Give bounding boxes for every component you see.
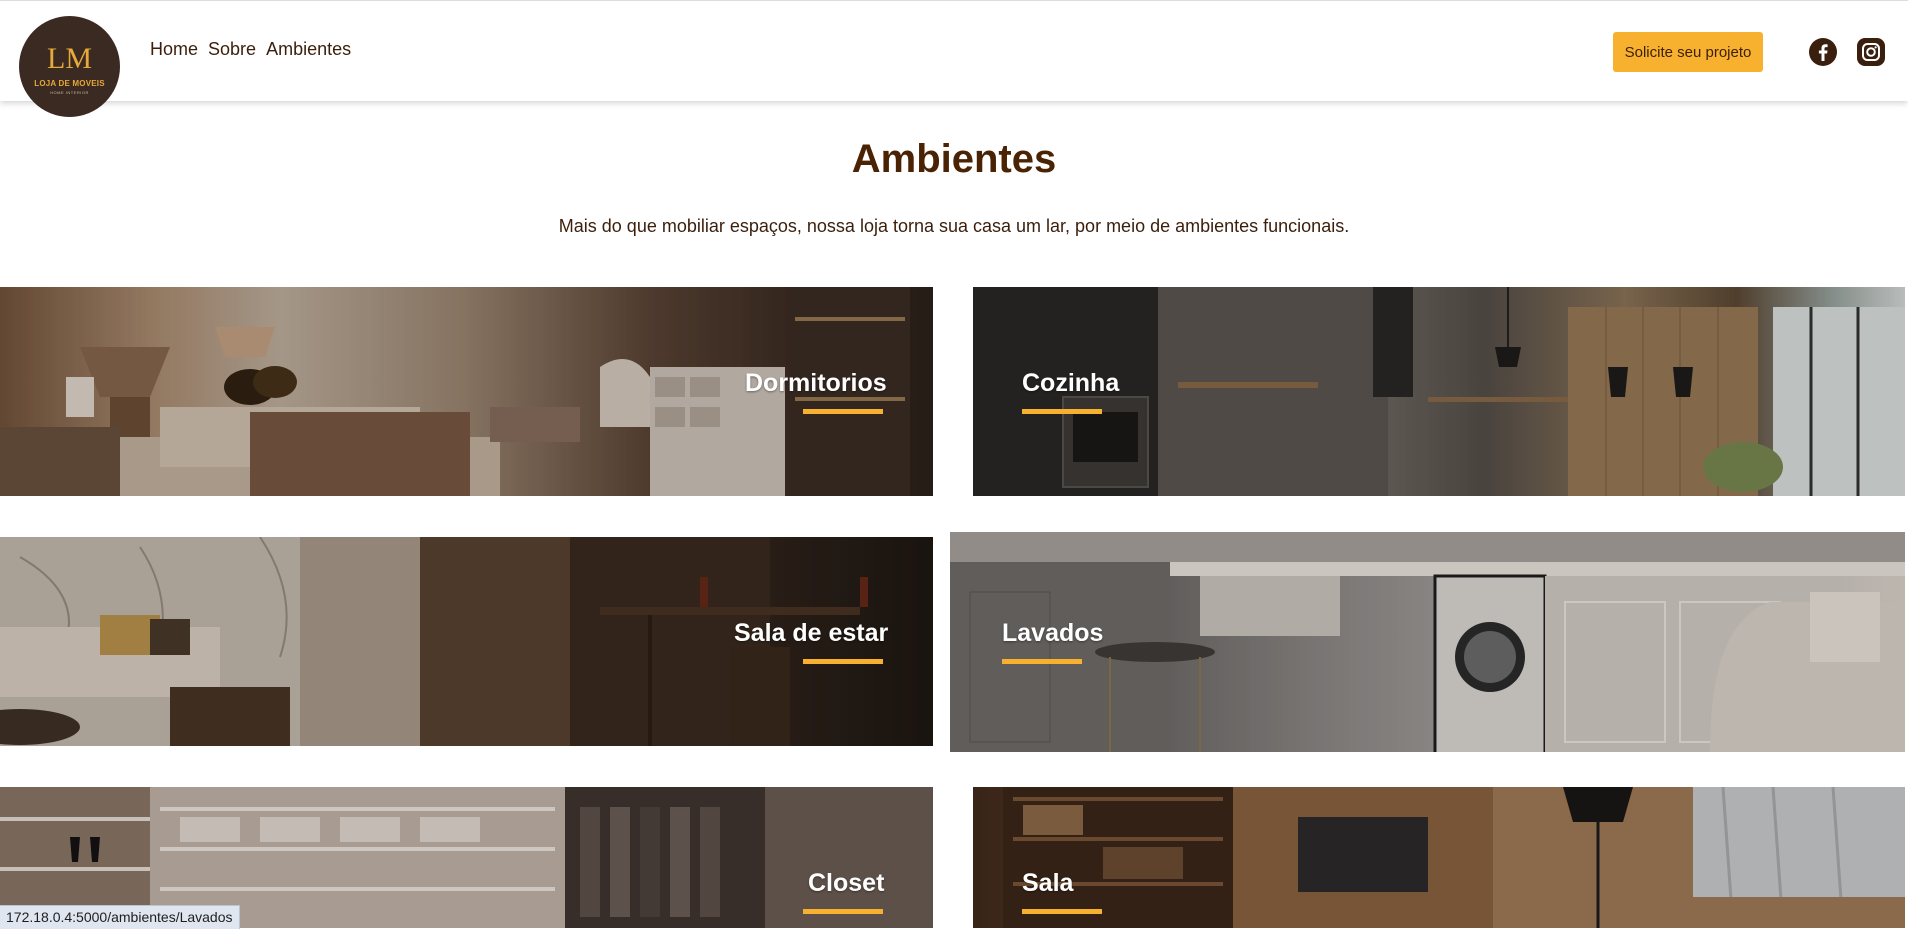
logo-name: LOJA DE MOVEIS (34, 78, 105, 88)
logo-subtitle: HOME INTERIOR (50, 89, 89, 95)
card-underline (1022, 909, 1102, 914)
page-title: Ambientes (851, 137, 1057, 181)
logo[interactable]: LM LOJA DE MOVEIS HOME INTERIOR (19, 16, 120, 117)
card-underline (803, 409, 883, 414)
page-description: Mais do que mobiliar espaços, nossa loja… (558, 216, 1350, 236)
card-underline (803, 909, 883, 914)
instagram-icon[interactable] (1856, 37, 1886, 67)
site-header: LM LOJA DE MOVEIS HOME INTERIOR Home Sob… (0, 0, 1908, 117)
solicite-projeto-button[interactable]: Solicite seu projeto (1613, 32, 1763, 72)
card-label: Sala (1022, 869, 1074, 897)
card-label: Cozinha (1022, 369, 1120, 397)
logo-mark: LM (47, 41, 92, 75)
card-underline (803, 659, 883, 664)
card-label: Sala de estar (734, 619, 889, 647)
card-cozinha[interactable]: Cozinha (973, 287, 1905, 496)
main-nav: Home Sobre Ambientes (150, 39, 351, 60)
card-label: Dormitorios (745, 369, 887, 397)
nav-home[interactable]: Home (150, 39, 198, 60)
card-sala-de-estar[interactable]: Sala de estar (0, 537, 933, 746)
card-underline (1002, 659, 1082, 664)
nav-ambientes[interactable]: Ambientes (266, 39, 351, 60)
card-dormitorios[interactable]: Dormitorios (0, 287, 933, 496)
nav-sobre[interactable]: Sobre (208, 39, 256, 60)
card-underline (1022, 409, 1102, 414)
card-lavados[interactable]: Lavados (950, 532, 1905, 752)
living-room-image (973, 787, 1905, 928)
facebook-icon[interactable] (1808, 37, 1838, 67)
card-label: Closet (808, 869, 885, 897)
card-sala[interactable]: Sala (973, 787, 1905, 928)
browser-status-bar: 172.18.0.4:5000/ambientes/Lavados (0, 905, 240, 929)
card-label: Lavados (1002, 619, 1104, 647)
